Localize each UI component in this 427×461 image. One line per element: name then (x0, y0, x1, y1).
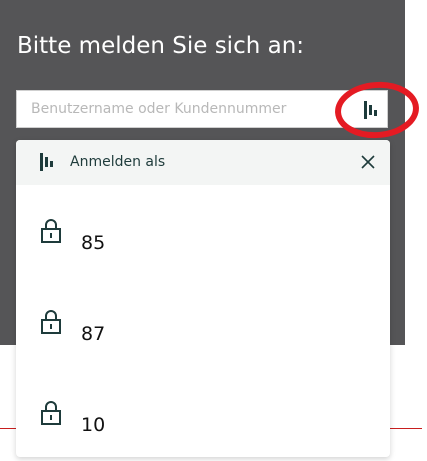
login-as-dropdown: Anmelden als 85 87 10 (16, 140, 390, 457)
account-item[interactable]: 85 (16, 218, 390, 288)
account-item[interactable]: 10 (16, 400, 390, 457)
lock-icon (41, 401, 61, 425)
dropdown-header: Anmelden als (16, 140, 390, 185)
close-icon[interactable] (360, 154, 376, 170)
account-label: 87 (81, 323, 106, 345)
key-button[interactable] (359, 99, 381, 121)
account-label: 10 (81, 414, 106, 436)
username-input[interactable] (17, 91, 339, 127)
lock-icon (41, 310, 61, 334)
account-label: 85 (81, 232, 106, 254)
username-field-wrapper (16, 90, 388, 128)
dropdown-title: Anmelden als (70, 154, 166, 170)
key-icon (40, 153, 53, 171)
page-title: Bitte melden Sie sich an: (17, 33, 305, 59)
key-icon (364, 101, 377, 119)
account-item[interactable]: 87 (16, 309, 390, 379)
page-edge (405, 0, 427, 461)
lock-icon (41, 219, 61, 243)
